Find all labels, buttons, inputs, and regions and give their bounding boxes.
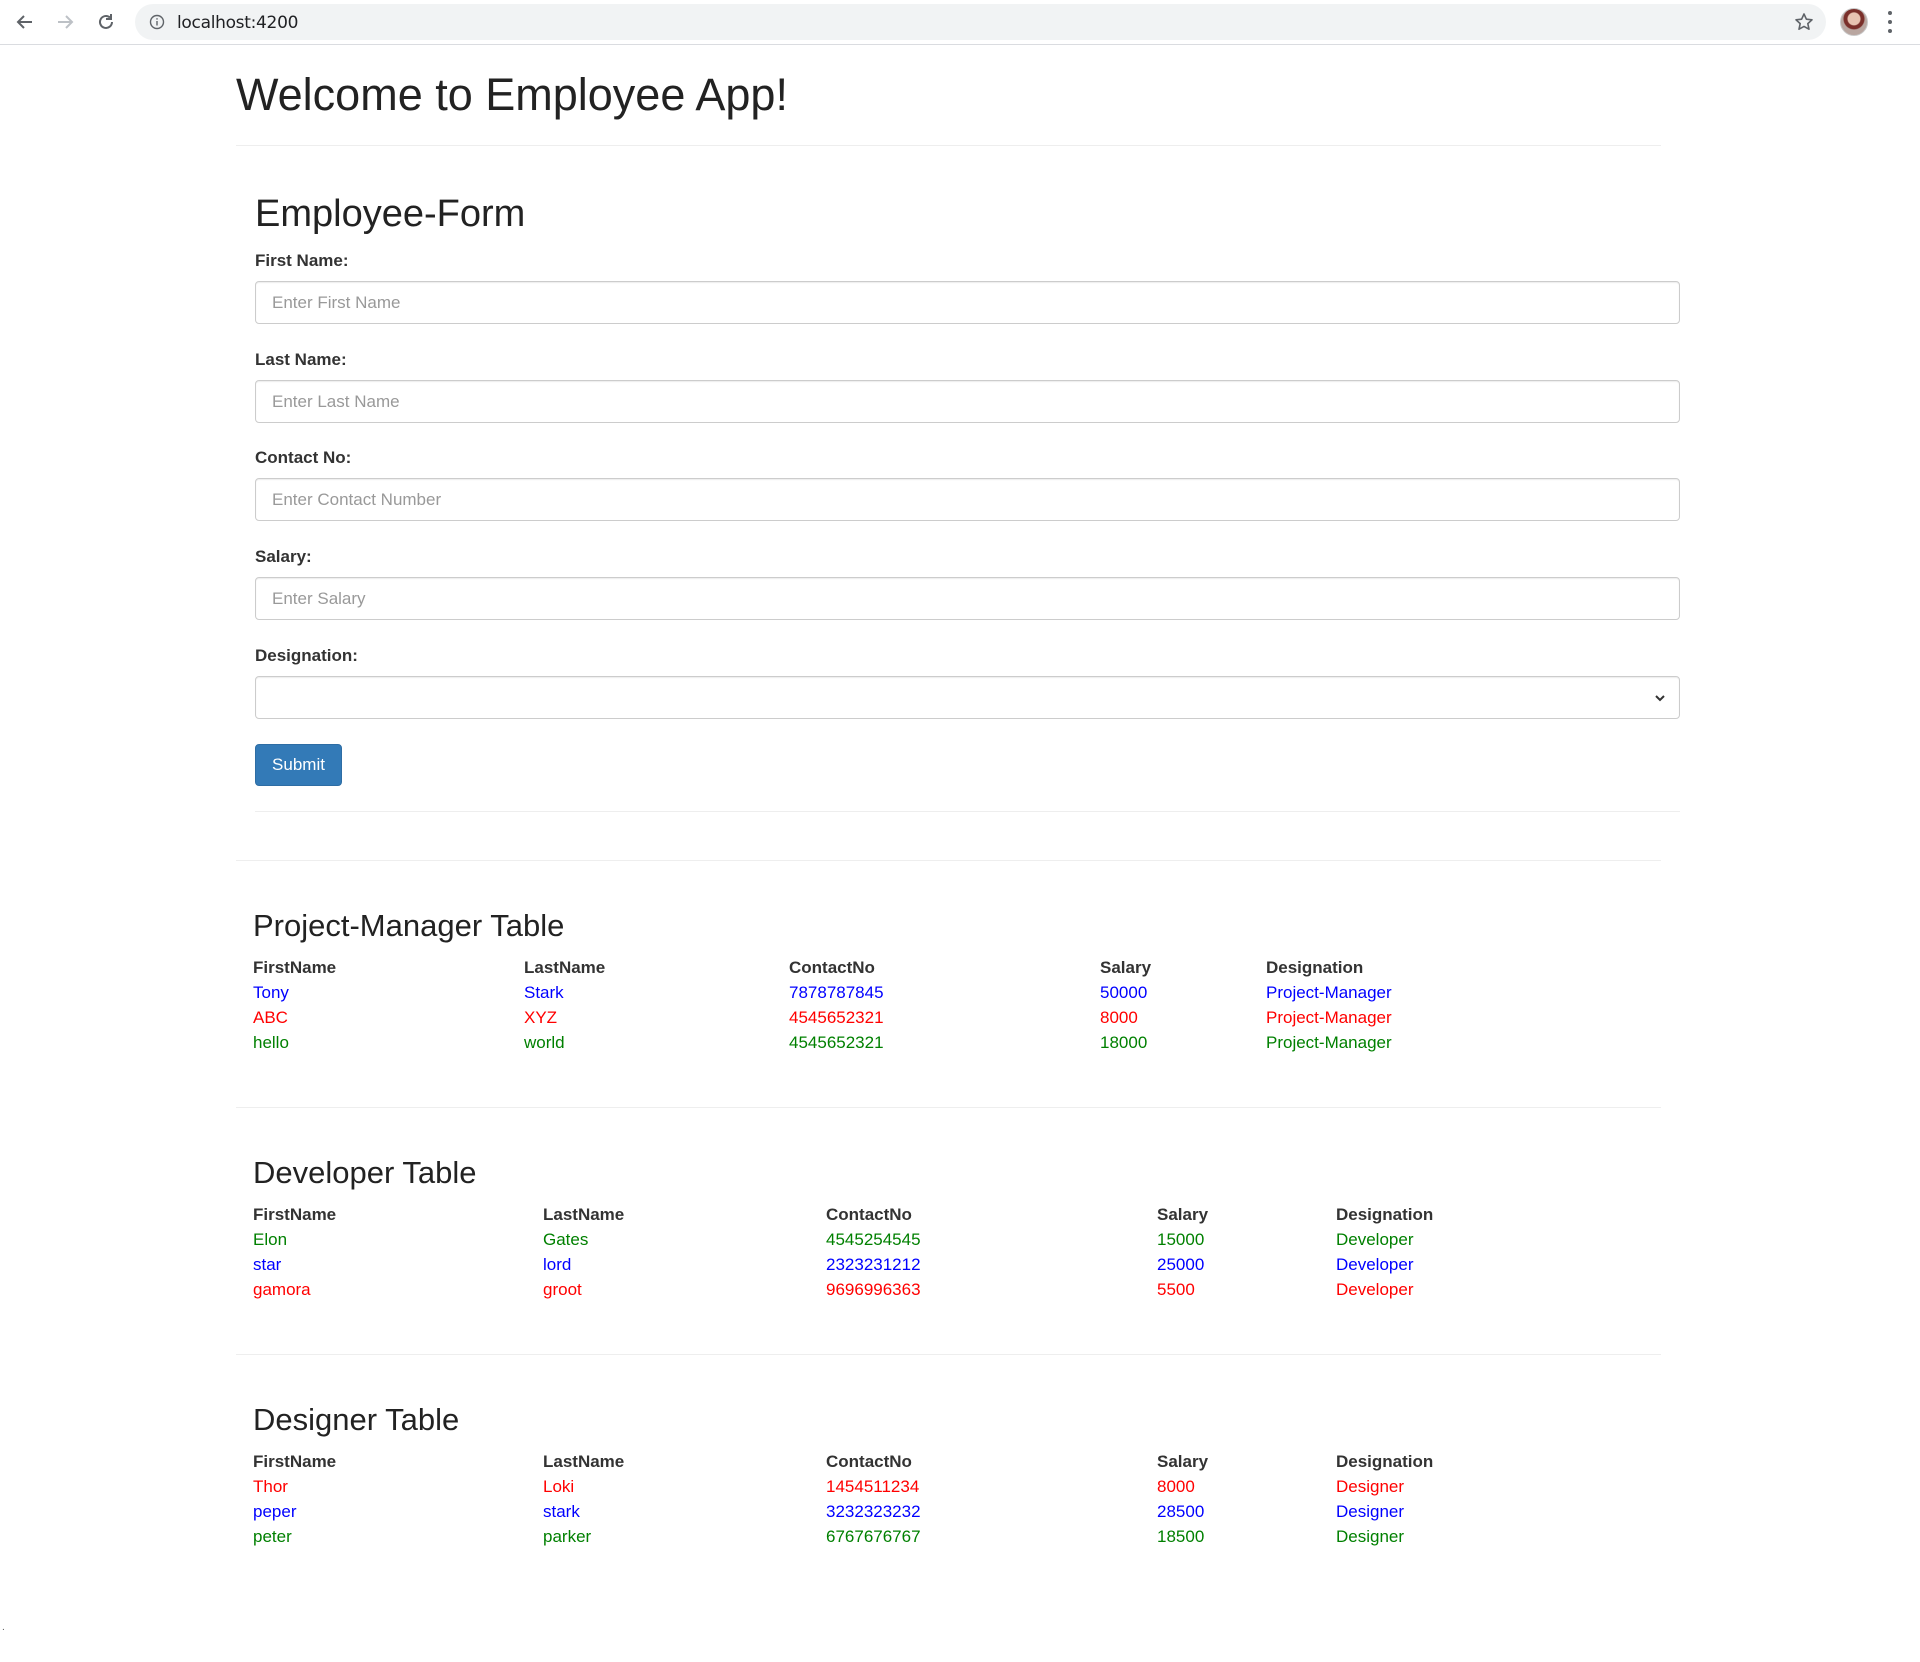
table-cell: 1454511234 — [826, 1477, 920, 1496]
table-header: Designation — [1266, 958, 1364, 977]
table-cell: Stark — [524, 983, 564, 1002]
table-cell: 25000 — [1157, 1255, 1205, 1274]
table-cell: 4545652321 — [789, 1033, 884, 1052]
table-cell: 7878787845 — [789, 983, 884, 1002]
reload-icon[interactable] — [93, 9, 119, 35]
table-header: FirstName — [253, 958, 337, 977]
bookmark-star-icon[interactable] — [1794, 12, 1814, 32]
table-header: Designation — [1336, 1452, 1434, 1471]
table-cell: 9696996363 — [826, 1280, 921, 1299]
table-cell: lord — [543, 1255, 572, 1274]
form-divider — [255, 811, 1680, 812]
table-cell: Tony — [253, 983, 289, 1002]
table-cell: Project-Manager — [1266, 1033, 1392, 1052]
address-bar-url: localhost:4200 — [177, 13, 299, 33]
table-cell: ABC — [253, 1008, 288, 1027]
table-cell: Project-Manager — [1266, 1008, 1392, 1027]
table-cell: 8000 — [1157, 1477, 1195, 1496]
first-name-input[interactable] — [255, 281, 1680, 324]
forward-arrow-icon[interactable] — [52, 9, 78, 35]
table-cell: 4545254545 — [826, 1230, 921, 1249]
table-cell: Thor — [253, 1477, 288, 1496]
form-title: Employee-Form — [255, 193, 526, 235]
table-cell: 6767676767 — [826, 1527, 921, 1546]
table-header: LastName — [543, 1205, 625, 1224]
table-cell: Gates — [543, 1230, 589, 1249]
table-cell: hello — [253, 1033, 289, 1052]
table-header: Salary — [1100, 958, 1152, 977]
table-header: FirstName — [253, 1205, 337, 1224]
profile-avatar[interactable] — [1840, 8, 1868, 36]
table-cell: star — [253, 1255, 282, 1274]
page-mark: . — [2, 1622, 5, 1633]
info-icon[interactable] — [149, 14, 165, 30]
first-name-label: First Name: — [255, 251, 349, 270]
table-cell: 8000 — [1100, 1008, 1138, 1027]
salary-label: Salary: — [255, 547, 312, 566]
table-cell: 4545652321 — [789, 1008, 884, 1027]
table-header: ContactNo — [826, 1452, 912, 1471]
table-cell: 15000 — [1157, 1230, 1205, 1249]
browser-toolbar: localhost:4200 — [0, 0, 1920, 45]
table-cell: 18000 — [1100, 1033, 1148, 1052]
table-header: LastName — [524, 958, 606, 977]
table-cell: Designer — [1336, 1527, 1405, 1546]
section-divider — [236, 1107, 1661, 1108]
table-cell: peter — [253, 1527, 292, 1546]
table-header: ContactNo — [789, 958, 875, 977]
table-cell: Loki — [543, 1477, 575, 1496]
table-cell: Designer — [1336, 1502, 1405, 1521]
table-cell: 3232323232 — [826, 1502, 921, 1521]
chevron-down-icon — [1653, 691, 1667, 705]
last-name-label: Last Name: — [255, 350, 347, 369]
designation-select[interactable] — [255, 676, 1680, 719]
app-title: Welcome to Employee App! — [236, 69, 788, 120]
table-cell: 28500 — [1157, 1502, 1205, 1521]
salary-input[interactable] — [255, 577, 1680, 620]
table-header: Salary — [1157, 1205, 1209, 1224]
table-cell: 50000 — [1100, 983, 1148, 1002]
table-cell: 2323231212 — [826, 1255, 921, 1274]
divider — [236, 145, 1661, 146]
table-header: Designation — [1336, 1205, 1434, 1224]
table-cell: world — [524, 1033, 565, 1052]
table-cell: XYZ — [524, 1008, 558, 1027]
table-cell: Developer — [1336, 1230, 1414, 1249]
address-bar[interactable]: localhost:4200 — [135, 4, 1826, 40]
table-cell: stark — [543, 1502, 580, 1521]
section-divider — [236, 860, 1661, 861]
section-divider — [236, 1354, 1661, 1355]
table-cell: Designer — [1336, 1477, 1405, 1496]
table-cell: parker — [543, 1527, 592, 1546]
table-cell: Elon — [253, 1230, 288, 1249]
table-cell: gamora — [253, 1280, 311, 1299]
project-manager-table-title: Project-Manager Table — [253, 908, 565, 943]
table-header: Salary — [1157, 1452, 1209, 1471]
table-cell: peper — [253, 1502, 297, 1521]
table-cell: Developer — [1336, 1255, 1414, 1274]
contact-no-input[interactable] — [255, 478, 1680, 521]
browser-menu-icon[interactable] — [1886, 11, 1894, 33]
table-header: ContactNo — [826, 1205, 912, 1224]
submit-button[interactable]: Submit — [255, 744, 342, 786]
table-cell: 5500 — [1157, 1280, 1195, 1299]
table-header: FirstName — [253, 1452, 337, 1471]
table-cell: Developer — [1336, 1280, 1414, 1299]
back-arrow-icon[interactable] — [12, 9, 38, 35]
developer-table-title: Developer Table — [253, 1155, 477, 1190]
table-cell: groot — [543, 1280, 582, 1299]
designation-label: Designation: — [255, 646, 358, 665]
contact-no-label: Contact No: — [255, 448, 352, 467]
last-name-input[interactable] — [255, 380, 1680, 423]
table-cell: 18500 — [1157, 1527, 1205, 1546]
designer-table-title: Designer Table — [253, 1402, 460, 1437]
table-cell: Project-Manager — [1266, 983, 1392, 1002]
table-header: LastName — [543, 1452, 625, 1471]
